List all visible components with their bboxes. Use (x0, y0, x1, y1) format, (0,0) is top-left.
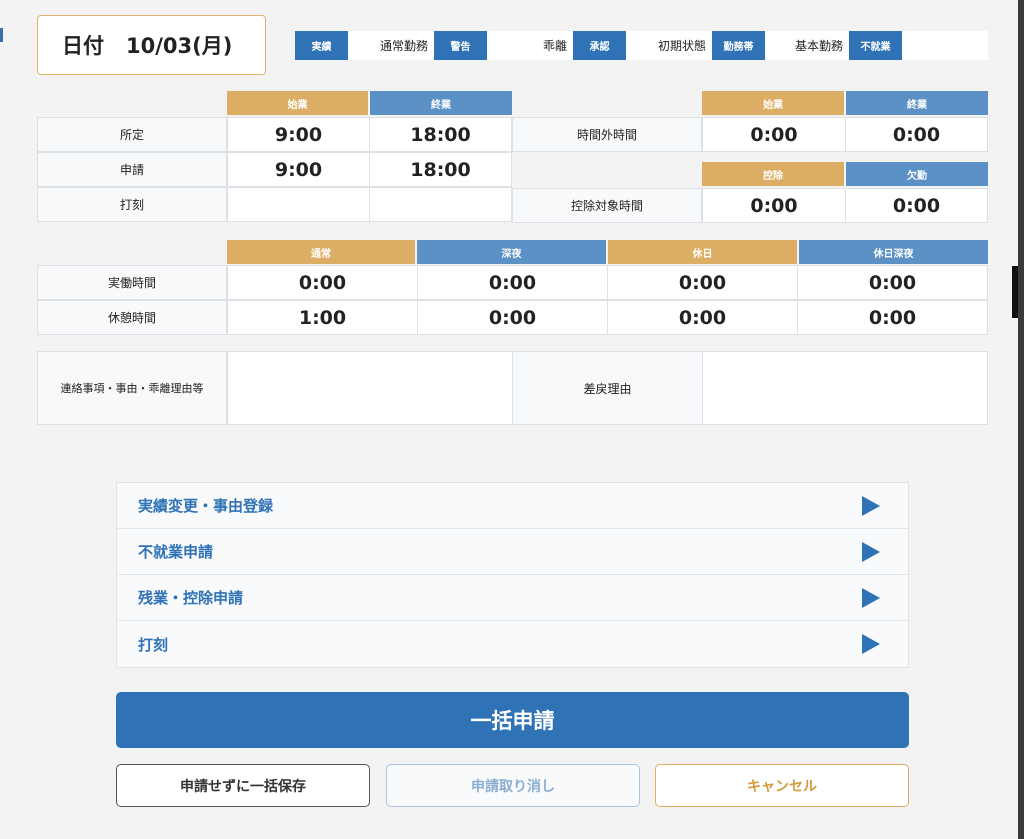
deduction-label: 控除対象時間 (512, 188, 702, 223)
date-label: 日付 (62, 34, 104, 58)
shoki-text: 初期状態 (657, 39, 706, 53)
edge-marker (0, 28, 3, 42)
application-start-value: 9:00 (227, 152, 370, 187)
status-bar: 実績 通常勤務 警告 乖離 承認 初期状態 勤務帯 基本勤務 不就業 (295, 31, 988, 60)
menu-label: 不就業申請 (138, 543, 214, 561)
schedule-end-value: 18:00 (369, 117, 512, 152)
break-night: 0:00 (417, 300, 608, 335)
actual-work-holiday-night: 0:00 (797, 265, 988, 300)
kinmu-text: 通常勤務 (379, 39, 428, 53)
application-menu: 実績変更・事由登録 不就業申請 残業・控除申請 打刻 (116, 482, 909, 668)
menu-stamp[interactable]: 打刻 (117, 621, 908, 667)
contact-notes-label: 連絡事項・事由・乖離理由等 (37, 351, 227, 425)
withdraw-application-button[interactable]: 申請取り消し (386, 764, 640, 807)
deduction-value: 0:00 (702, 188, 846, 223)
stamp-end-value (369, 187, 512, 222)
play-arrow-icon (862, 541, 880, 562)
work-header-regular: 通常 (227, 240, 415, 264)
menu-label: 打刻 (138, 635, 169, 654)
cancel-button[interactable]: キャンセル (655, 764, 909, 807)
stamp-row-label: 打刻 (37, 187, 227, 222)
work-header-holiday-night: 休日深夜 (799, 240, 988, 264)
contact-notes-field[interactable] (227, 351, 513, 425)
schedule-start-value: 9:00 (227, 117, 370, 152)
schedule-end-header: 終業 (370, 91, 512, 115)
application-end-value: 18:00 (369, 152, 512, 187)
overtime-end-value: 0:00 (845, 117, 988, 152)
date-display: 日付 10/03(月) (37, 15, 266, 75)
play-arrow-icon (862, 587, 880, 608)
actual-work-night: 0:00 (417, 265, 608, 300)
play-arrow-icon (862, 634, 880, 654)
save-without-apply-button[interactable]: 申請せずに一括保存 (116, 764, 370, 807)
bulk-apply-button[interactable]: 一括申請 (116, 692, 909, 748)
shonin-tag: 承認 (573, 31, 626, 60)
menu-actual-change[interactable]: 実績変更・事由登録 (117, 483, 908, 529)
scrollbar[interactable] (1012, 266, 1018, 318)
deduction-header: 控除 (702, 162, 844, 186)
actual-work-holiday: 0:00 (607, 265, 798, 300)
kairi-text: 乖離 (542, 39, 567, 53)
fushugyo-tag: 不就業 (849, 31, 902, 60)
absence-value: 0:00 (845, 188, 988, 223)
keikoku-tag: 警告 (434, 31, 487, 60)
menu-absence-application[interactable]: 不就業申請 (117, 529, 908, 575)
break-holiday: 0:00 (607, 300, 798, 335)
break-holiday-night: 0:00 (797, 300, 988, 335)
date-value: 10/03(月) (126, 34, 233, 58)
actual-work-label: 実働時間 (37, 265, 227, 300)
application-row-label: 申請 (37, 152, 227, 187)
work-header-night: 深夜 (417, 240, 606, 264)
stamp-start-value (227, 187, 370, 222)
break-time-label: 休憩時間 (37, 300, 227, 335)
break-regular: 1:00 (227, 300, 418, 335)
actual-work-regular: 0:00 (227, 265, 418, 300)
work-header-holiday: 休日 (608, 240, 797, 264)
menu-overtime-application[interactable]: 残業・控除申請 (117, 575, 908, 621)
overtime-start-value: 0:00 (702, 117, 846, 152)
menu-label: 実績変更・事由登録 (138, 497, 274, 515)
return-reason-label: 差戻理由 (512, 351, 703, 425)
menu-label: 残業・控除申請 (138, 589, 244, 607)
play-arrow-icon (862, 495, 880, 516)
schedule-row-label: 所定 (37, 117, 227, 152)
daily-attendance-dialog: 日付 10/03(月) 実績 通常勤務 警告 乖離 承認 初期状態 勤務帯 基本… (0, 0, 1024, 839)
return-reason-field (702, 351, 988, 425)
overtime-start-header: 始業 (702, 91, 844, 115)
kinmutai-tag: 勤務帯 (712, 31, 765, 60)
jisseki-tag: 実績 (295, 31, 348, 60)
overtime-label: 時間外時間 (512, 117, 702, 152)
absence-header: 欠勤 (846, 162, 988, 186)
schedule-start-header: 始業 (227, 91, 368, 115)
kihon-text: 基本勤務 (794, 39, 843, 53)
overtime-end-header: 終業 (846, 91, 988, 115)
